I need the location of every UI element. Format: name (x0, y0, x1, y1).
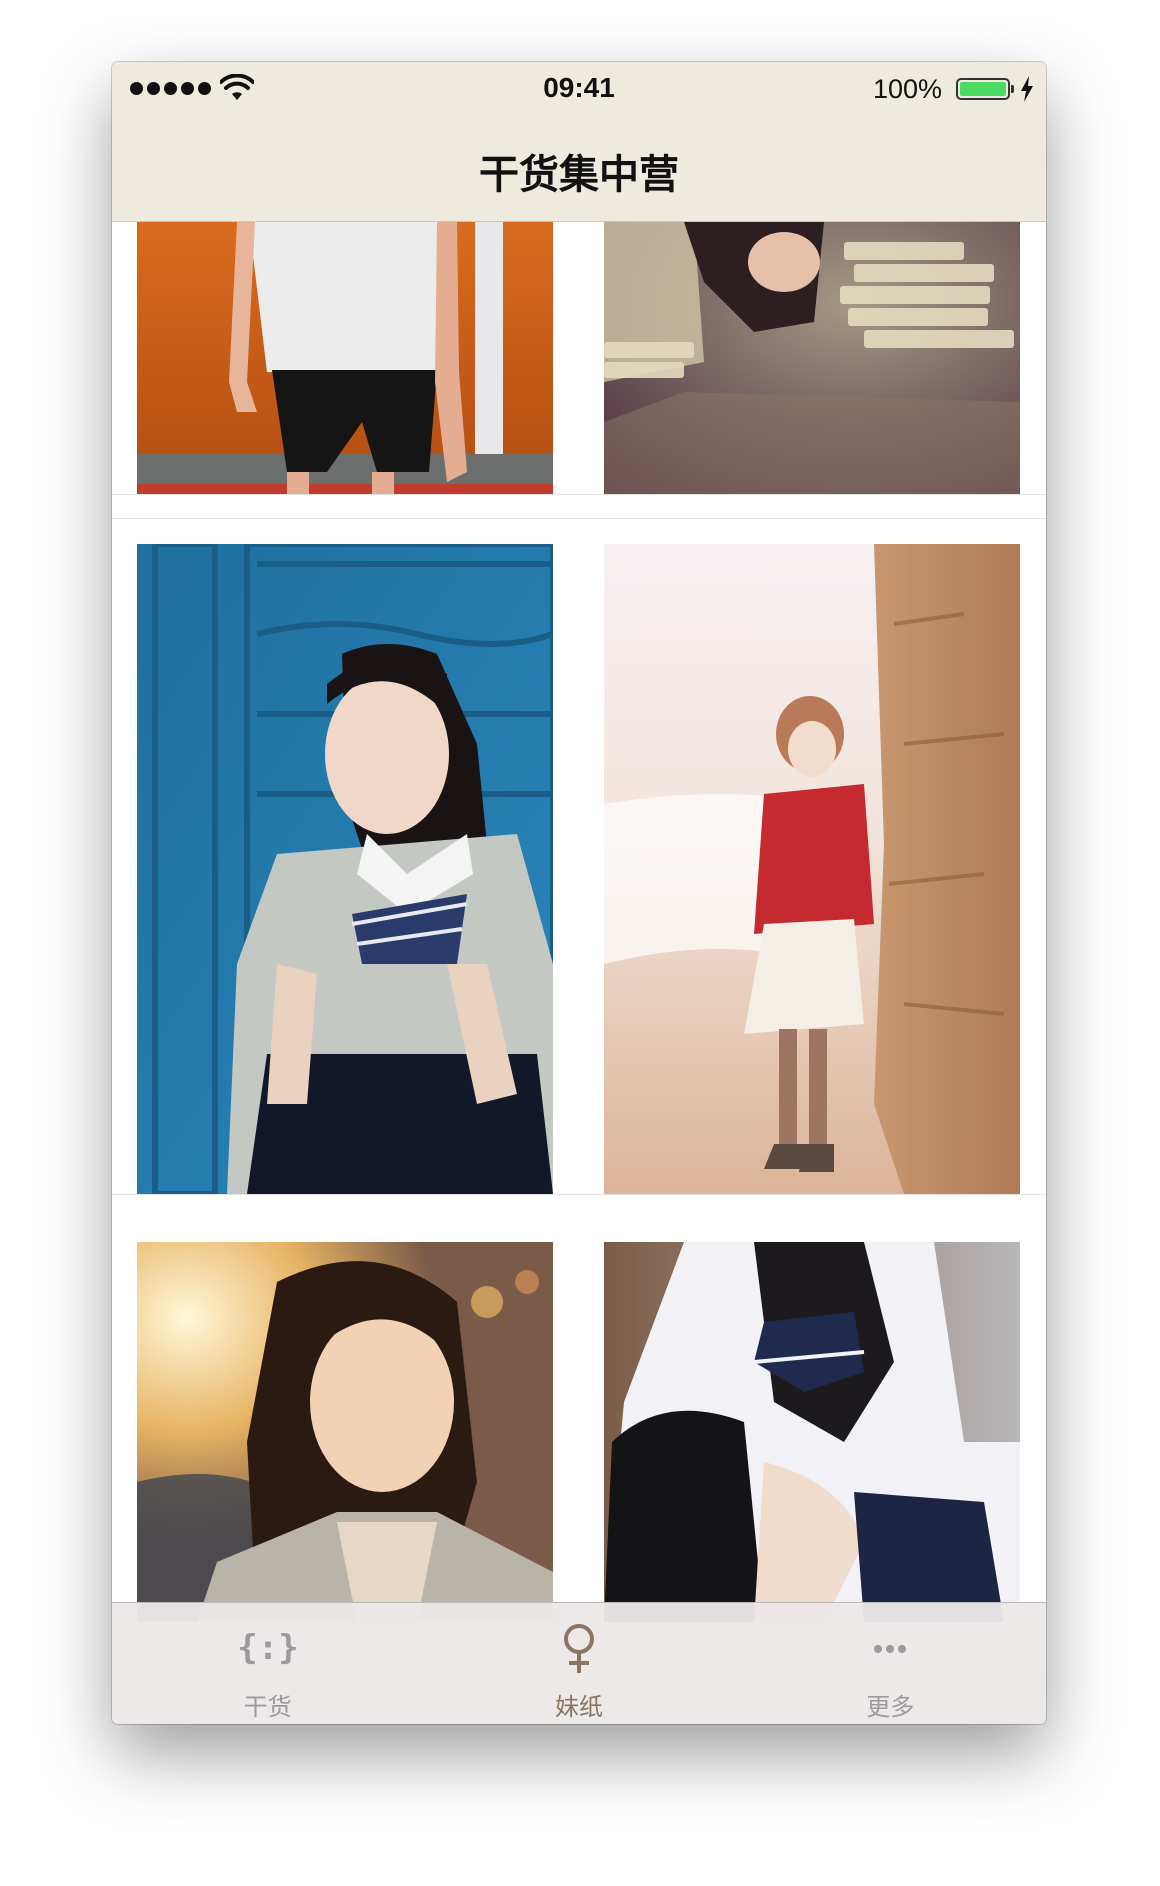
row-divider (112, 518, 1046, 519)
photo-thumbnail[interactable] (137, 222, 553, 494)
more-dots-icon (874, 1645, 907, 1653)
charging-bolt-icon (1021, 76, 1033, 102)
tab-bar: {:} 干货 妹纸 更多 (112, 1602, 1046, 1724)
navigation-bar: 干货集中营 (112, 114, 1046, 222)
female-symbol-icon (563, 1624, 594, 1673)
photo-thumbnail[interactable] (604, 222, 1020, 494)
app-window: 09:41 100% 干货集中营 {:} 干货 妹纸 更多 (112, 62, 1046, 1724)
photo-thumbnail[interactable] (137, 544, 553, 1194)
row-divider (112, 494, 1046, 495)
page-title: 干货集中营 (479, 152, 679, 198)
tab-mei-zhi[interactable]: 妹纸 (423, 1603, 734, 1724)
status-bar: 09:41 100% (112, 62, 1046, 114)
braces-icon: {:} (238, 1628, 298, 1668)
svg-text:{:}: {:} (238, 1628, 298, 1668)
tab-label: 干货 (243, 1693, 292, 1721)
photo-grid[interactable] (112, 222, 1046, 1664)
tab-gan-huo[interactable]: {:} 干货 (112, 1603, 423, 1724)
tab-label: 更多 (866, 1693, 915, 1721)
photo-thumbnail[interactable] (604, 1242, 1020, 1622)
photo-thumbnail[interactable] (604, 544, 1020, 1194)
battery-icon (956, 78, 1014, 100)
tab-label: 妹纸 (554, 1693, 603, 1721)
tab-more[interactable]: 更多 (735, 1603, 1046, 1724)
battery-percent: 100% (872, 74, 942, 104)
photo-thumbnail[interactable] (137, 1242, 553, 1622)
row-divider (112, 1194, 1046, 1195)
